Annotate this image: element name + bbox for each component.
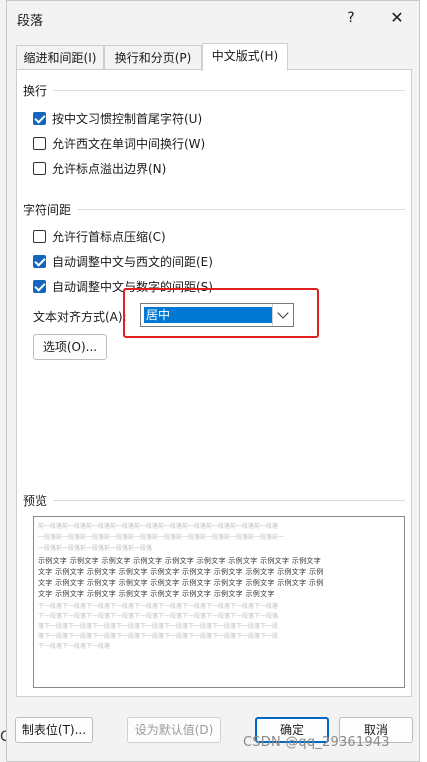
option-label: 允许标点溢出边界(N): [52, 162, 167, 176]
option-latin-word-wrap[interactable]: 允许西文在单词中间换行(W): [33, 135, 205, 152]
preview-prev-line: 一段落前一段落前一段落前一段落前一段落前一段落前一段落前一段落前一段落前一段落前…: [38, 534, 285, 541]
highlight-annotation-box: [123, 288, 319, 338]
alignment-label: 文本对齐方式(A):: [33, 310, 127, 324]
preview-sample-line: 文字 示例文字 示例文字 示例文字 示例文字 示例文字 示例文字 示例文字 示例…: [38, 568, 324, 576]
option-label: 按中文习惯控制首尾字符(U): [52, 112, 203, 126]
group-divider: [53, 90, 405, 91]
checkbox-unchecked-icon[interactable]: [33, 137, 46, 150]
option-space-asian-latin[interactable]: 自动调整中文与西文的间距(E): [33, 253, 213, 270]
preview-sample-line: 文字 示例文字 示例文字 示例文字 示例文字 示例文字 示例文字 示例文字: [38, 590, 275, 598]
preview-prev-line: 前一段落前一段落前一段落前一段落前一段落前一段落前一段落前一段落前一段落前一段落: [38, 523, 279, 530]
tab-line-page-breaks[interactable]: 换行和分页(P): [104, 45, 202, 69]
preview-next-line: 落下一段落下一段落下一段落下一段落下一段落下一段落下一段落下一段落下一段落下一段: [38, 623, 279, 630]
preview-prev-line: 一段落前一段落前一段落前一段落前一段落: [38, 545, 153, 552]
option-label: 自动调整中文与西文的间距(E): [52, 255, 213, 269]
tab-stops-button[interactable]: 制表位(T)...: [15, 717, 93, 743]
checkbox-checked-icon[interactable]: [33, 255, 46, 268]
dialog-title: 段落: [17, 14, 44, 29]
set-default-button[interactable]: 设为默认值(D): [127, 717, 221, 743]
preview-sample-line: 示例文字 示例文字 示例文字 示例文字 示例文字 示例文字 示例文字 示例文字 …: [38, 557, 321, 565]
paragraph-dialog: 段落 ? ✕ 缩进和间距(I) 换行和分页(P) 中文版式(H) 换行 按中文习…: [6, 0, 420, 762]
option-label: 允许西文在单词中间换行(W): [52, 137, 206, 151]
option-hanging-punctuation[interactable]: 允许标点溢出边界(N): [33, 160, 166, 177]
tab-asian-typography[interactable]: 中文版式(H): [202, 43, 288, 71]
checkbox-checked-icon[interactable]: [33, 112, 46, 125]
help-button[interactable]: ?: [337, 7, 365, 29]
spacing-group-title: 字符间距: [23, 203, 72, 217]
line-break-group-title: 换行: [23, 84, 48, 98]
preview-next-line: 下一段落下一段落下一段落: [38, 643, 111, 650]
preview-sample-line: 文字 示例文字 示例文字 示例文字 示例文字 示例文字 示例文字 示例文字 示例…: [38, 579, 324, 587]
options-button[interactable]: 选项(O)...: [33, 334, 107, 360]
option-label: 允许行首标点压缩(C): [52, 230, 166, 244]
preview-next-line: 下一段落下一段落下一段落下一段落下一段落下一段落下一段落下一段落下一段落下一段落: [38, 613, 279, 620]
tab-indent-spacing[interactable]: 缩进和间距(I): [16, 45, 104, 69]
group-divider: [53, 500, 405, 501]
group-divider: [77, 209, 405, 210]
checkbox-unchecked-icon[interactable]: [33, 230, 46, 243]
checkbox-unchecked-icon[interactable]: [33, 162, 46, 175]
preview-group-title: 预览: [23, 494, 48, 508]
preview-next-line: 下一段落下一段落下一段落下一段落下一段落下一段落下一段落下一段落下一段落下一段落: [38, 603, 279, 610]
watermark-text: CSDN @qq_29361943: [243, 735, 390, 750]
option-first-last-chars[interactable]: 按中文习惯控制首尾字符(U): [33, 110, 202, 127]
title-bar: 段落 ? ✕: [7, 1, 419, 37]
option-compress-punctuation[interactable]: 允许行首标点压缩(C): [33, 228, 166, 245]
close-button[interactable]: ✕: [383, 7, 411, 29]
checkbox-checked-icon[interactable]: [33, 280, 46, 293]
preview-next-line: 落下一段落下一段落下一段落下一段落下一段落下一段落下一段落下一段落下一段落下一段: [38, 633, 279, 640]
